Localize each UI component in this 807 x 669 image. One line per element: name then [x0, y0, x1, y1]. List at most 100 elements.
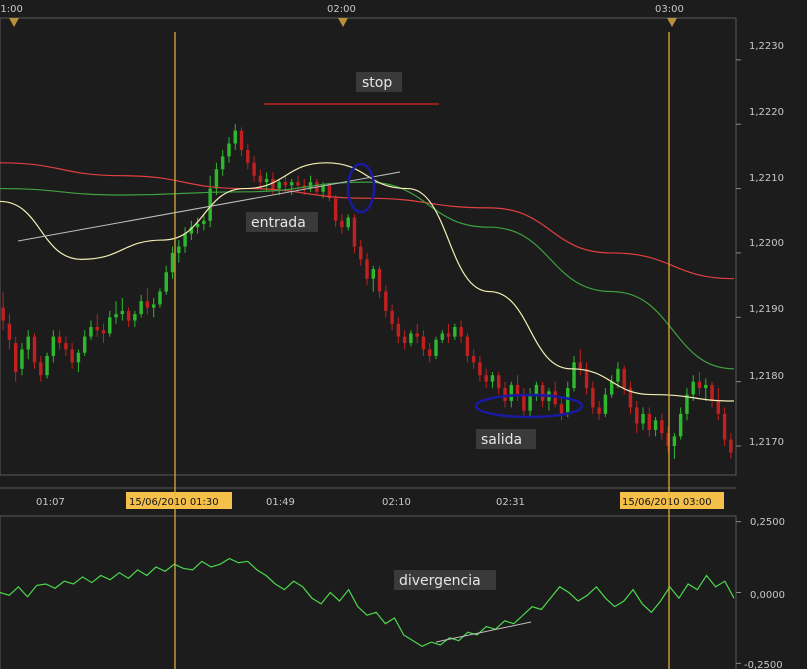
candle-body [64, 343, 68, 350]
candle-body [51, 336, 56, 356]
candle-body [559, 404, 564, 414]
candle-body [484, 375, 488, 382]
candle-body [616, 368, 620, 382]
candle-body [440, 333, 445, 340]
candle-body [220, 156, 225, 170]
candle-body [478, 362, 482, 376]
annotation-divergencia: divergencia [399, 573, 481, 589]
candle-body [622, 368, 626, 389]
candle-body [108, 317, 112, 334]
time-highlight-label: 15/06/2010 03:00 [622, 497, 712, 508]
candle-body [32, 336, 37, 363]
candle-body [421, 336, 426, 350]
candle-body [239, 130, 244, 150]
candle-body [70, 349, 74, 363]
candle-body [503, 388, 507, 401]
candle-body [151, 304, 156, 308]
candle-body [534, 384, 539, 395]
time-tick: 02:10 [382, 497, 411, 508]
candle-body [1, 307, 5, 321]
oscillator-tick: 0,2500 [750, 517, 785, 528]
candle [45, 352, 49, 379]
candle-body [139, 301, 143, 315]
candle-body [396, 323, 401, 337]
candle-body [340, 220, 344, 228]
candle-body [522, 394, 526, 411]
candle-body [402, 336, 407, 344]
candle-body [540, 384, 545, 401]
candle-body [384, 291, 388, 311]
candle-body [164, 272, 168, 292]
candle-body [704, 384, 708, 389]
candle-body [296, 182, 300, 186]
oscillator-tick: 0,0000 [750, 590, 785, 601]
candle-body [264, 178, 269, 183]
candle-body [13, 343, 18, 373]
candle-body [114, 314, 118, 318]
candle-body [609, 381, 614, 395]
candle-body [333, 198, 338, 221]
price-tick: 1,2220 [749, 107, 784, 118]
candle-body [603, 394, 608, 414]
candle-body [572, 362, 576, 389]
candle-body [20, 349, 24, 369]
candle-body [145, 301, 150, 308]
candle-body [566, 388, 570, 414]
top-time-label: 02:00 [327, 4, 356, 15]
candle-body [82, 336, 87, 353]
candle-body [584, 368, 589, 389]
annotation-salida: salida [481, 432, 522, 448]
price-tick: 1,2170 [749, 437, 784, 448]
candle-body [691, 381, 695, 395]
time-tick: 01:49 [266, 497, 295, 508]
candle-body [177, 246, 181, 253]
candle-body [45, 355, 49, 376]
candle-body [183, 233, 187, 247]
candle-body [377, 269, 382, 292]
candle-body [365, 259, 369, 279]
candle-body [76, 352, 81, 363]
candle-body [729, 439, 733, 453]
candle-body [120, 310, 125, 315]
chart-background [0, 0, 807, 669]
candle-body [434, 339, 438, 356]
candle-body [133, 314, 137, 321]
candle-body [515, 384, 520, 395]
candle-body [283, 182, 288, 186]
candle-body [678, 413, 683, 437]
candle-body [647, 413, 652, 430]
candle-body [697, 381, 702, 389]
candle-body [158, 291, 162, 305]
candle-body [453, 326, 457, 337]
candle-body [95, 326, 99, 331]
candle-body [126, 310, 131, 321]
candle-body [635, 407, 639, 424]
candle-body [497, 375, 501, 389]
candle-body [597, 407, 601, 414]
candle-body [716, 400, 721, 414]
candle-body [390, 310, 394, 324]
candle-body [227, 143, 231, 157]
annotation-entrada: entrada [251, 215, 306, 231]
candle-body [528, 394, 532, 411]
candle [434, 336, 438, 360]
time-tick: 02:31 [496, 497, 525, 508]
candle-body [26, 336, 30, 350]
candle-body [359, 246, 363, 260]
candle-body [710, 384, 714, 401]
candle-body [722, 413, 727, 440]
candle-body [465, 336, 470, 356]
price-tick: 1,2190 [749, 304, 784, 315]
candle-body [352, 217, 357, 247]
candle-body [371, 269, 375, 279]
candle-body [289, 182, 294, 186]
candle-body [653, 420, 658, 430]
annotation-stop: stop [362, 75, 392, 91]
time-tick: 01:07 [36, 497, 65, 508]
candle-body [202, 220, 206, 224]
time-highlight-label: 15/06/2010 01:30 [129, 497, 219, 508]
candle-body [39, 362, 43, 376]
candle-body [214, 169, 219, 189]
top-time-label: 01:00 [0, 4, 23, 15]
top-time-label: 03:00 [655, 4, 684, 15]
